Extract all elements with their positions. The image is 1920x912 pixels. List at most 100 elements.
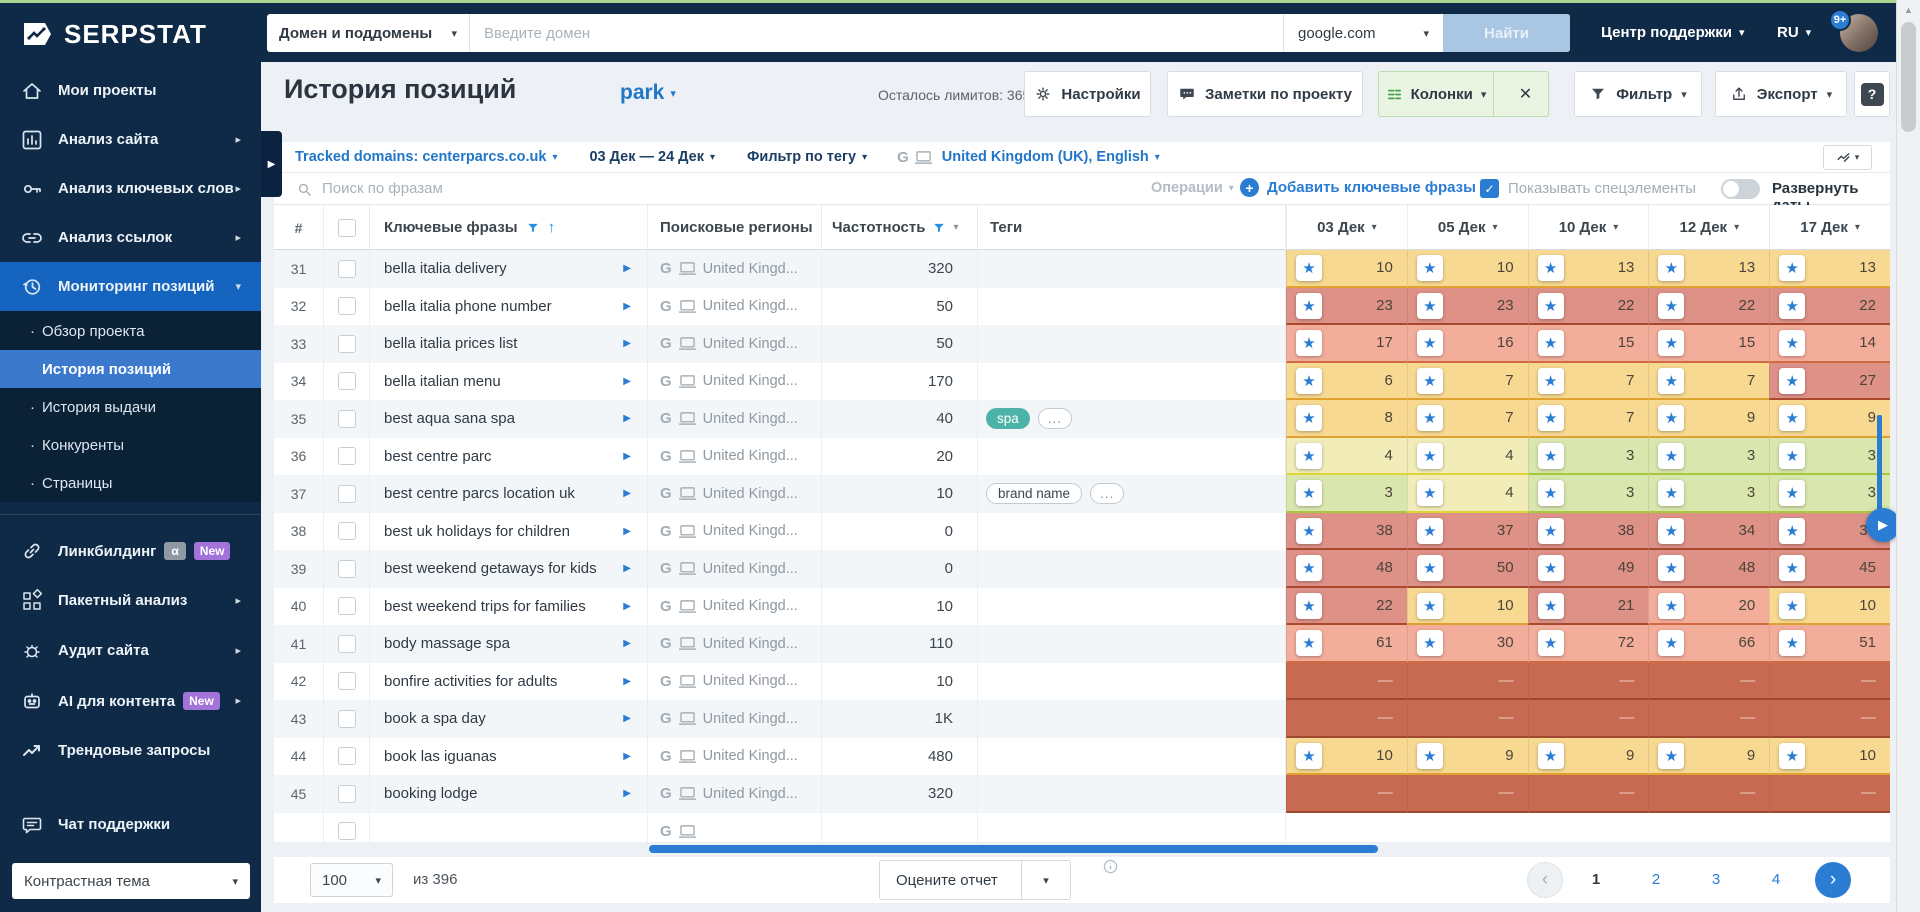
row-checkbox[interactable] [324, 475, 370, 513]
star-icon[interactable]: ★ [1417, 255, 1443, 281]
keyword-cell[interactable]: booking lodge▶ [370, 775, 648, 813]
keyword-expand-icon[interactable]: ▶ [623, 788, 631, 799]
keyword-expand-icon[interactable]: ▶ [623, 713, 631, 724]
star-icon[interactable]: ★ [1779, 743, 1805, 769]
row-checkbox[interactable] [324, 288, 370, 326]
star-icon[interactable]: ★ [1296, 593, 1322, 619]
keyword-cell[interactable]: bella italia prices list▶ [370, 325, 648, 363]
filter-funnel-icon[interactable] [526, 221, 540, 235]
star-icon[interactable]: ★ [1538, 405, 1564, 431]
star-icon[interactable]: ★ [1417, 480, 1443, 506]
star-icon[interactable]: ★ [1417, 368, 1443, 394]
keyword-cell[interactable]: best aqua sana spa▶ [370, 400, 648, 438]
star-icon[interactable]: ★ [1779, 255, 1805, 281]
star-icon[interactable]: ★ [1417, 293, 1443, 319]
star-icon[interactable]: ★ [1417, 593, 1443, 619]
support-center-menu[interactable]: Центр поддержки ▾ [1601, 24, 1745, 41]
operations-menu[interactable]: Операции ▾ [1151, 180, 1234, 196]
per-page-select[interactable]: 100 ▾ [310, 863, 393, 897]
sidebar-item-sub-5[interactable]: ·Обзор проекта [0, 312, 261, 350]
sidebar-item-12[interactable]: Аудит сайта▸ [0, 626, 261, 675]
keyword-cell[interactable]: best weekend getaways for kids▶ [370, 550, 648, 588]
row-checkbox[interactable] [324, 738, 370, 776]
keyword-expand-icon[interactable]: ▶ [623, 676, 631, 687]
star-icon[interactable]: ★ [1296, 630, 1322, 656]
star-icon[interactable]: ★ [1658, 255, 1684, 281]
filters-collapse-handle[interactable]: ▶ [261, 131, 282, 197]
rate-report-select[interactable]: Оцените отчет ▾ [879, 860, 1071, 900]
search-submit-button[interactable]: Найти [1443, 14, 1570, 52]
star-icon[interactable]: ★ [1779, 443, 1805, 469]
star-icon[interactable]: ★ [1779, 405, 1805, 431]
star-icon[interactable]: ★ [1417, 518, 1443, 544]
star-icon[interactable]: ★ [1296, 330, 1322, 356]
star-icon[interactable]: ★ [1417, 405, 1443, 431]
select-all-checkbox[interactable] [324, 205, 370, 250]
star-icon[interactable]: ★ [1779, 480, 1805, 506]
star-icon[interactable]: ★ [1296, 480, 1322, 506]
date-column-header-3[interactable]: 12 Дек▾ [1648, 205, 1769, 250]
sidebar-item-sub-7[interactable]: ·История выдачи [0, 388, 261, 426]
star-icon[interactable]: ★ [1538, 743, 1564, 769]
keyword-expand-icon[interactable]: ▶ [623, 751, 631, 762]
column-header-volume[interactable]: Частотность ▾ [822, 205, 978, 250]
keyword-expand-icon[interactable]: ▶ [623, 638, 631, 649]
page-number-2[interactable]: 2 [1636, 857, 1676, 903]
project-select[interactable]: park ▾ [620, 81, 676, 105]
row-checkbox[interactable] [324, 588, 370, 626]
keyword-cell[interactable]: bella italian menu▶ [370, 363, 648, 401]
keyword-expand-icon[interactable]: ▶ [623, 301, 631, 312]
star-icon[interactable]: ★ [1658, 630, 1684, 656]
row-checkbox[interactable] [324, 513, 370, 551]
star-icon[interactable]: ★ [1538, 630, 1564, 656]
search-region-select[interactable]: United Kingdom (UK), English ▾ [942, 149, 1160, 165]
star-icon[interactable]: ★ [1417, 743, 1443, 769]
row-checkbox[interactable] [324, 400, 370, 438]
show-special-elements-checkbox[interactable]: ✓ Показывать спецэлементы [1480, 179, 1696, 198]
star-icon[interactable]: ★ [1658, 293, 1684, 319]
keyword-expand-icon[interactable]: ▶ [623, 563, 631, 574]
column-header-keywords[interactable]: Ключевые фразы ↑ [370, 205, 648, 250]
columns-button[interactable]: Колонки ▾ [1379, 72, 1494, 116]
sidebar-item-4[interactable]: Мониторинг позиций▾ [0, 262, 261, 311]
keyword-cell[interactable]: book las iguanas▶ [370, 738, 648, 776]
star-icon[interactable]: ★ [1538, 480, 1564, 506]
scrollbar-thumb[interactable] [1901, 22, 1916, 132]
table-horizontal-scrollbar[interactable] [649, 845, 1378, 853]
tracked-domains-select[interactable]: Tracked domains: centerparcs.co.uk ▾ [295, 149, 557, 165]
keyword-cell[interactable]: bella italia delivery▶ [370, 250, 648, 288]
date-column-header-0[interactable]: 03 Дек▾ [1286, 205, 1407, 250]
star-icon[interactable]: ★ [1658, 555, 1684, 581]
page-number-3[interactable]: 3 [1696, 857, 1736, 903]
date-range-select[interactable]: 03 Дек — 24 Дек ▾ [589, 149, 715, 165]
row-checkbox[interactable] [324, 250, 370, 288]
star-icon[interactable]: ★ [1658, 518, 1684, 544]
keyword-expand-icon[interactable]: ▶ [623, 413, 631, 424]
star-icon[interactable]: ★ [1538, 255, 1564, 281]
star-icon[interactable]: ★ [1779, 518, 1805, 544]
star-icon[interactable]: ★ [1417, 555, 1443, 581]
star-icon[interactable]: ★ [1538, 293, 1564, 319]
star-icon[interactable]: ★ [1658, 743, 1684, 769]
star-icon[interactable]: ★ [1417, 630, 1443, 656]
keyword-expand-icon[interactable]: ▶ [623, 376, 631, 387]
star-icon[interactable]: ★ [1779, 368, 1805, 394]
keyword-expand-icon[interactable]: ▶ [623, 338, 631, 349]
sidebar-item-14[interactable]: Трендовые запросы [0, 726, 261, 775]
sidebar-item-3[interactable]: Анализ ссылок▸ [0, 213, 261, 262]
star-icon[interactable]: ★ [1417, 330, 1443, 356]
serpstat-logo[interactable]: SERPSTAT [20, 17, 207, 51]
date-column-header-1[interactable]: 05 Дек▾ [1407, 205, 1528, 250]
row-checkbox[interactable] [324, 325, 370, 363]
sidebar-item-sub-6[interactable]: История позиций [0, 350, 261, 388]
settings-button[interactable]: Настройки [1024, 71, 1151, 117]
language-menu[interactable]: RU ▾ [1777, 24, 1811, 41]
star-icon[interactable]: ★ [1538, 518, 1564, 544]
keyword-expand-icon[interactable]: ▶ [623, 263, 631, 274]
star-icon[interactable]: ★ [1658, 480, 1684, 506]
sidebar-item-sub-9[interactable]: ·Страницы [0, 464, 261, 502]
filter-funnel-icon[interactable] [932, 221, 946, 235]
chart-view-button[interactable]: ▾ [1823, 145, 1872, 170]
row-checkbox[interactable] [324, 363, 370, 401]
star-icon[interactable]: ★ [1779, 330, 1805, 356]
